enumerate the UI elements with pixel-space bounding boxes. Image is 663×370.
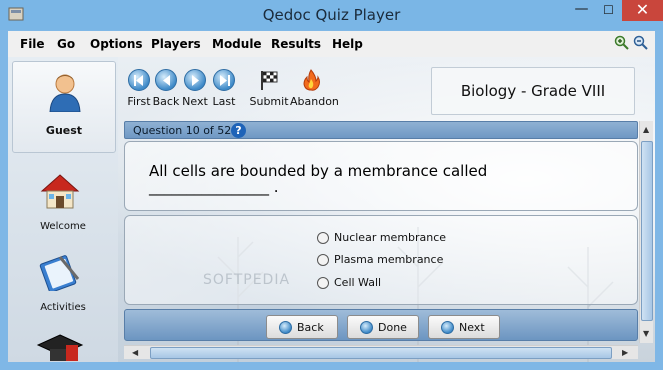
- last-label: Last: [212, 95, 236, 108]
- window-title: Qedoc Quiz Player: [262, 6, 401, 24]
- horizontal-scrollbar[interactable]: ◀ ▶: [124, 345, 638, 359]
- maximize-button[interactable]: ☐: [595, 0, 622, 21]
- vertical-scroll-thumb[interactable]: [641, 141, 653, 321]
- radio-button[interactable]: [317, 254, 329, 266]
- sidebar-item-welcome[interactable]: Welcome: [8, 221, 118, 232]
- option-label: Plasma membrance: [334, 253, 444, 266]
- scroll-left-icon[interactable]: ◀: [132, 348, 138, 357]
- first-button[interactable]: First: [127, 69, 151, 108]
- menu-bar: File Go Options Players Module Results H…: [8, 31, 655, 57]
- done-icon: [360, 321, 373, 334]
- module-title-panel: Biology - Grade VIII: [431, 67, 635, 115]
- next-toolbar-button[interactable]: Next: [182, 69, 208, 108]
- question-header: Question 10 of 52. ?: [124, 121, 638, 139]
- navigation-bar: Back Done Next: [124, 309, 638, 341]
- abandon-label: Abandon: [290, 95, 339, 108]
- fire-icon: [303, 69, 320, 91]
- module-title: Biology - Grade VIII: [460, 82, 606, 100]
- question-counter: Question 10 of 52.: [133, 124, 235, 137]
- first-icon: [128, 69, 150, 91]
- last-icon: [213, 69, 235, 91]
- checkered-flag-icon: [261, 71, 278, 90]
- last-button[interactable]: Last: [213, 69, 235, 108]
- scroll-right-icon[interactable]: ▶: [622, 348, 628, 357]
- house-icon[interactable]: [40, 171, 80, 211]
- back-toolbar-button[interactable]: Back: [153, 69, 179, 108]
- zoom-out-icon[interactable]: [633, 35, 649, 51]
- next-button-label: Next: [459, 321, 485, 334]
- menu-players[interactable]: Players: [151, 37, 201, 51]
- scroll-down-icon[interactable]: ▼: [643, 329, 649, 338]
- menu-go[interactable]: Go: [57, 37, 75, 51]
- client-area: Guest Welcome Activities First Back Next…: [8, 57, 655, 362]
- graduation-cap-icon[interactable]: [36, 331, 84, 362]
- question-blank: ________________ .: [149, 178, 279, 196]
- menu-results[interactable]: Results: [271, 37, 321, 51]
- option-label: Nuclear membrance: [334, 231, 447, 244]
- back-button-label: Back: [297, 321, 324, 334]
- abandon-button[interactable]: Abandon: [290, 69, 339, 108]
- horizontal-scroll-thumb[interactable]: [150, 347, 612, 359]
- app-window: Qedoc Quiz Player — ☐ ✕ File Go Options …: [0, 0, 663, 370]
- book-pen-icon[interactable]: [38, 249, 82, 291]
- scroll-up-icon[interactable]: ▲: [643, 125, 649, 134]
- next-icon: [184, 69, 206, 91]
- next-arrow-icon: [441, 321, 454, 334]
- submit-button[interactable]: Submit: [249, 69, 289, 108]
- back-button[interactable]: Back: [266, 315, 338, 339]
- minimize-button[interactable]: —: [568, 0, 595, 21]
- help-icon[interactable]: ?: [231, 123, 246, 138]
- sidebar: Guest Welcome Activities: [8, 57, 118, 362]
- menu-module[interactable]: Module: [212, 37, 262, 51]
- radio-button[interactable]: [317, 277, 329, 289]
- zoom-in-icon[interactable]: [614, 35, 630, 51]
- menu-options[interactable]: Options: [90, 37, 143, 51]
- submit-label: Submit: [249, 95, 289, 108]
- user-name: Guest: [45, 124, 83, 137]
- question-panel: All cells are bounded by a membrance cal…: [124, 141, 638, 211]
- done-button-label: Done: [378, 321, 407, 334]
- option-label: Cell Wall: [334, 276, 382, 289]
- next-button[interactable]: Next: [428, 315, 500, 339]
- title-bar: Qedoc Quiz Player — ☐ ✕: [0, 0, 663, 30]
- answers-panel: Nuclear membrance Plasma membrance Cell …: [124, 215, 638, 305]
- radio-button[interactable]: [317, 232, 329, 244]
- user-profile-card[interactable]: Guest: [12, 61, 116, 153]
- menu-help[interactable]: Help: [332, 37, 363, 51]
- done-button[interactable]: Done: [347, 315, 419, 339]
- close-button[interactable]: ✕: [622, 0, 663, 21]
- sidebar-item-activities[interactable]: Activities: [8, 302, 118, 313]
- user-avatar-icon: [49, 74, 81, 112]
- back-icon: [155, 69, 177, 91]
- back-arrow-icon: [279, 321, 292, 334]
- vertical-scrollbar[interactable]: ▲ ▼: [639, 121, 653, 343]
- watermark: SOFTPEDIA: [203, 272, 291, 288]
- menu-file[interactable]: File: [20, 37, 45, 51]
